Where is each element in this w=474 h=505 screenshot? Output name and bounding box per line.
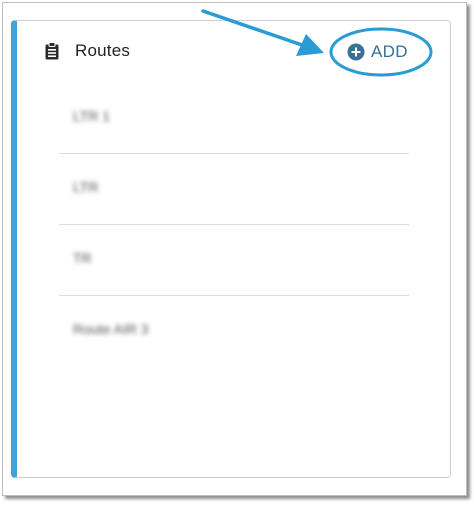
route-list-item[interactable]: LTR 1 <box>59 83 409 154</box>
route-list-item[interactable]: Route AIR 3 <box>59 296 409 366</box>
route-label: LTR <box>73 179 99 195</box>
card-title: Routes <box>75 41 131 60</box>
routes-card: Routes ADD LTR 1 LTR TR Route AIR 3 <box>11 20 451 478</box>
route-label: TR <box>73 250 92 266</box>
plus-circle-icon <box>347 43 365 61</box>
route-list-item[interactable]: TR <box>59 225 409 296</box>
route-label: LTR 1 <box>73 108 111 124</box>
route-label: Route AIR 3 <box>73 321 149 337</box>
clipboard-list-icon <box>45 42 59 60</box>
add-route-button[interactable]: ADD <box>347 38 408 66</box>
add-button-label: ADD <box>371 42 408 61</box>
route-list-item[interactable]: LTR <box>59 154 409 225</box>
route-list: LTR 1 LTR TR Route AIR 3 <box>59 83 409 366</box>
card-header: Routes ADD <box>17 21 450 83</box>
